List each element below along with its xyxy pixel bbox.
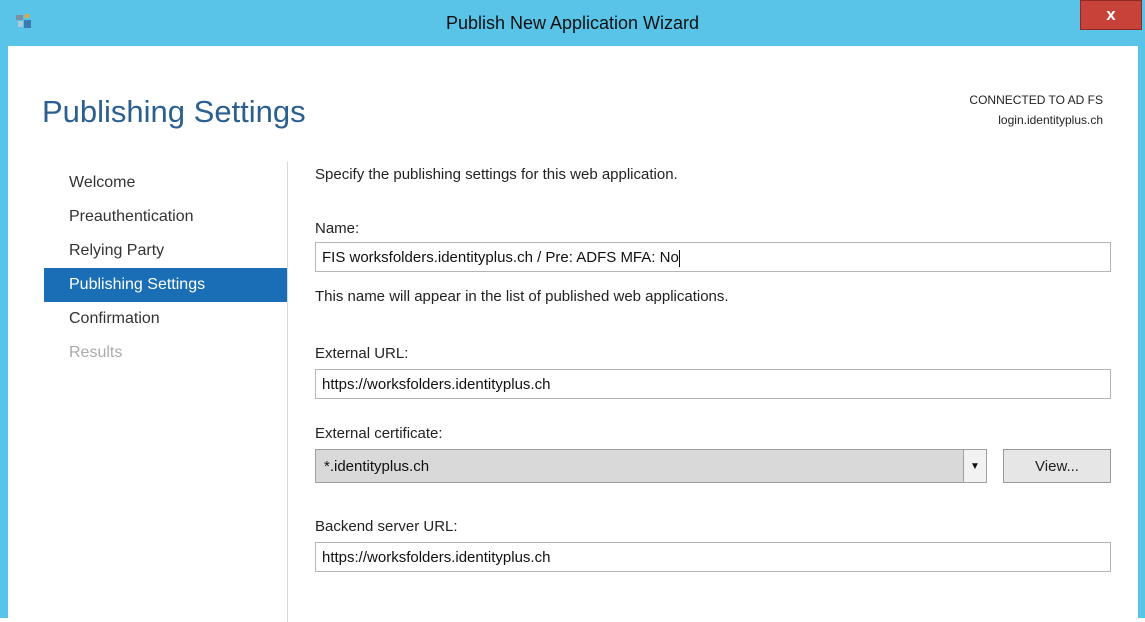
external-url-value: https://worksfolders.identityplus.ch: [322, 376, 551, 393]
window-title: Publish New Application Wizard: [445, 13, 700, 33]
name-field[interactable]: FIS worksfolders.identityplus.ch / Pre: …: [315, 242, 1111, 272]
close-button[interactable]: x: [1080, 0, 1142, 30]
wizard-body: Publishing Settings CONNECTED TO AD FS l…: [8, 46, 1138, 622]
backend-url-field[interactable]: https://worksfolders.identityplus.ch: [315, 542, 1111, 572]
connection-info: CONNECTED TO AD FS login.identityplus.ch: [969, 90, 1103, 130]
nav-item-publishing-settings[interactable]: Publishing Settings: [44, 268, 287, 302]
close-icon: x: [1106, 5, 1116, 24]
intro-text: Specify the publishing settings for this…: [315, 166, 678, 183]
backend-url-value: https://worksfolders.identityplus.ch: [322, 549, 551, 566]
title-bar: Publish New Application Wizard x: [0, 0, 1145, 46]
name-help-text: This name will appear in the list of pub…: [315, 288, 729, 305]
chevron-down-icon[interactable]: ▼: [963, 450, 986, 482]
nav-item-preauthentication[interactable]: Preauthentication: [44, 200, 287, 234]
external-url-field[interactable]: https://worksfolders.identityplus.ch: [315, 369, 1111, 399]
view-button[interactable]: View...: [1003, 449, 1111, 483]
nav-item-welcome[interactable]: Welcome: [44, 166, 287, 200]
connection-host: login.identityplus.ch: [998, 113, 1103, 127]
name-label: Name:: [315, 220, 360, 237]
connection-label: CONNECTED TO AD FS: [969, 93, 1103, 107]
backend-label: Backend server URL:: [315, 518, 458, 535]
page-title: Publishing Settings: [42, 94, 306, 129]
name-value: FIS worksfolders.identityplus.ch / Pre: …: [322, 249, 679, 266]
nav-divider: [287, 162, 288, 622]
wizard-window: Publish New Application Wizard x Publish…: [0, 0, 1145, 622]
cert-label: External certificate:: [315, 425, 443, 442]
nav-item-confirmation[interactable]: Confirmation: [44, 302, 287, 336]
cert-value: *.identityplus.ch: [324, 458, 430, 475]
external-url-label: External URL:: [315, 345, 409, 362]
text-cursor: [678, 249, 680, 267]
nav-item-results: Results: [69, 344, 123, 361]
cert-select[interactable]: *.identityplus.ch ▼: [315, 449, 987, 483]
wizard-nav: Welcome Preauthentication Relying Party …: [44, 166, 287, 370]
nav-item-relying-party[interactable]: Relying Party: [44, 234, 287, 268]
